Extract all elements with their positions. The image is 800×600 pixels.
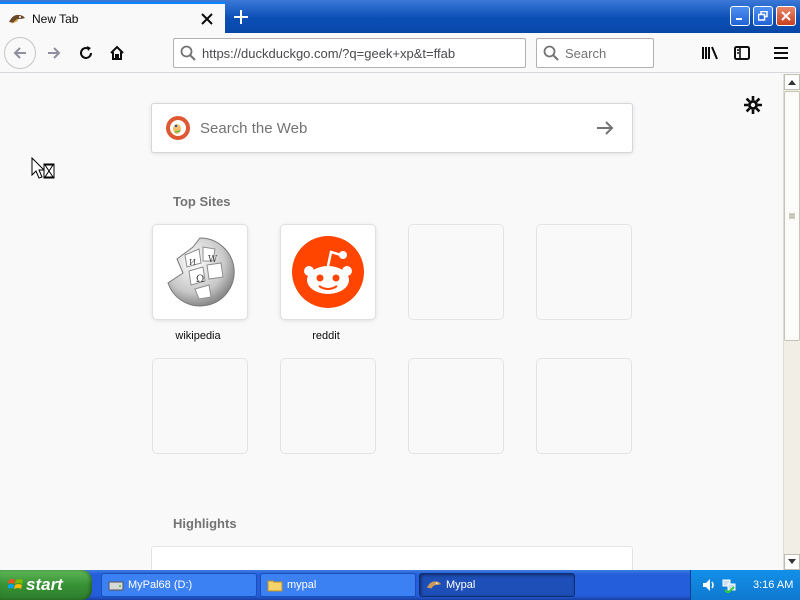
search-icon [180,45,196,61]
page-scrollbar[interactable] [783,74,800,570]
menu-button[interactable] [765,37,797,69]
library-icon [702,46,718,60]
top-site-label-reddit: reddit [312,330,340,342]
clock: 3:16 AM [753,579,794,591]
system-tray: 3:16 AM [690,570,800,600]
forward-button[interactable] [38,37,70,69]
taskbar-item-label: mypal [287,579,317,591]
start-label: start [26,575,63,594]
web-search-placeholder: Search the Web [200,119,308,137]
url-bar[interactable]: https://duckduckgo.com/?q=geek+xp&t=ffab [173,38,526,68]
web-search-box[interactable]: Search the Web [151,103,633,153]
scroll-down-button[interactable] [784,554,800,570]
restore-icon [758,11,768,21]
restore-window-button[interactable] [753,6,773,26]
hamburger-menu-icon [774,47,788,59]
arrow-right-icon [597,121,614,135]
close-window-button[interactable] [776,6,796,26]
scroll-thumb[interactable] [784,91,800,341]
svg-text:И: И [189,258,196,267]
library-button[interactable] [694,37,726,69]
search-bar[interactable]: Search [536,38,654,68]
highlights-heading: Highlights [173,516,237,531]
drive-icon [108,581,124,591]
chevron-down-icon [788,559,796,564]
top-site-label-wikipedia: wikipedia [175,330,221,342]
top-sites-heading: Top Sites [173,194,231,209]
taskbar-item-mypal-folder[interactable]: mypal [260,573,416,597]
home-button[interactable] [101,37,133,69]
minimize-icon [736,18,742,20]
wikipedia-globe-icon: Ω W И [167,237,235,307]
tab-new-tab[interactable]: New Tab [0,2,225,33]
minimize-window-button[interactable] [730,6,750,26]
svg-text:Ω: Ω [196,274,204,285]
duckduckgo-logo-icon [166,116,190,140]
arrow-left-icon [13,47,26,59]
close-icon [781,11,791,21]
arrow-right-icon [48,47,61,59]
top-site-tile-empty[interactable] [408,358,504,454]
back-button[interactable] [4,37,36,69]
tab-strip: New Tab [0,0,800,33]
new-tab-page: Search the Web Top Sites Ω W И wikipedia [0,74,783,570]
network-icon[interactable] [721,577,737,593]
grip-icon [789,213,795,219]
gear-icon [744,96,762,114]
sidebar-icon [734,46,750,60]
taskbar-item-label: Mypal [446,579,476,591]
close-tab-icon[interactable] [199,11,215,27]
top-site-tile-empty[interactable] [152,358,248,454]
windows-logo-icon [8,579,23,589]
taskbar-item-label: MyPal68 (D:) [128,579,193,591]
plus-icon [234,9,248,24]
tab-title: New Tab [32,11,79,26]
folder-icon [267,580,283,592]
highlight-card[interactable] [151,546,633,570]
settings-button[interactable] [742,94,764,116]
top-site-tile-empty[interactable] [280,358,376,454]
url-text: https://duckduckgo.com/?q=geek+xp&t=ffab [202,45,456,61]
reddit-alien-icon [292,236,364,308]
top-site-tile-empty[interactable] [536,224,632,320]
search-submit-button[interactable] [590,113,620,143]
home-icon [110,45,124,60]
busy-cursor-icon [31,157,55,179]
taskbar-item-mypal68-drive[interactable]: MyPal68 (D:) [101,573,257,597]
search-icon [543,45,559,61]
reload-button[interactable] [70,37,102,69]
start-button[interactable]: start [0,570,92,600]
mypal-browser-icon [426,581,442,589]
svg-text:W: W [208,255,218,265]
taskbar-item-mypal-browser[interactable]: Mypal [419,573,575,597]
top-site-tile-reddit[interactable] [280,224,376,320]
volume-icon[interactable] [701,577,717,593]
search-bar-placeholder: Search [565,45,607,61]
sidebar-button[interactable] [726,37,758,69]
top-site-tile-wikipedia[interactable]: Ω W И [152,224,248,320]
mypal-favicon-icon [9,14,25,24]
taskbar: start MyPal68 (D:) mypal Mypal 3:16 AM [0,570,800,600]
reload-icon [80,46,92,59]
top-site-tile-empty[interactable] [408,224,504,320]
chevron-up-icon [788,80,796,85]
scroll-up-button[interactable] [784,74,800,90]
nav-toolbar: https://duckduckgo.com/?q=geek+xp&t=ffab… [0,33,800,73]
new-tab-button[interactable] [226,0,256,33]
top-site-tile-empty[interactable] [536,358,632,454]
